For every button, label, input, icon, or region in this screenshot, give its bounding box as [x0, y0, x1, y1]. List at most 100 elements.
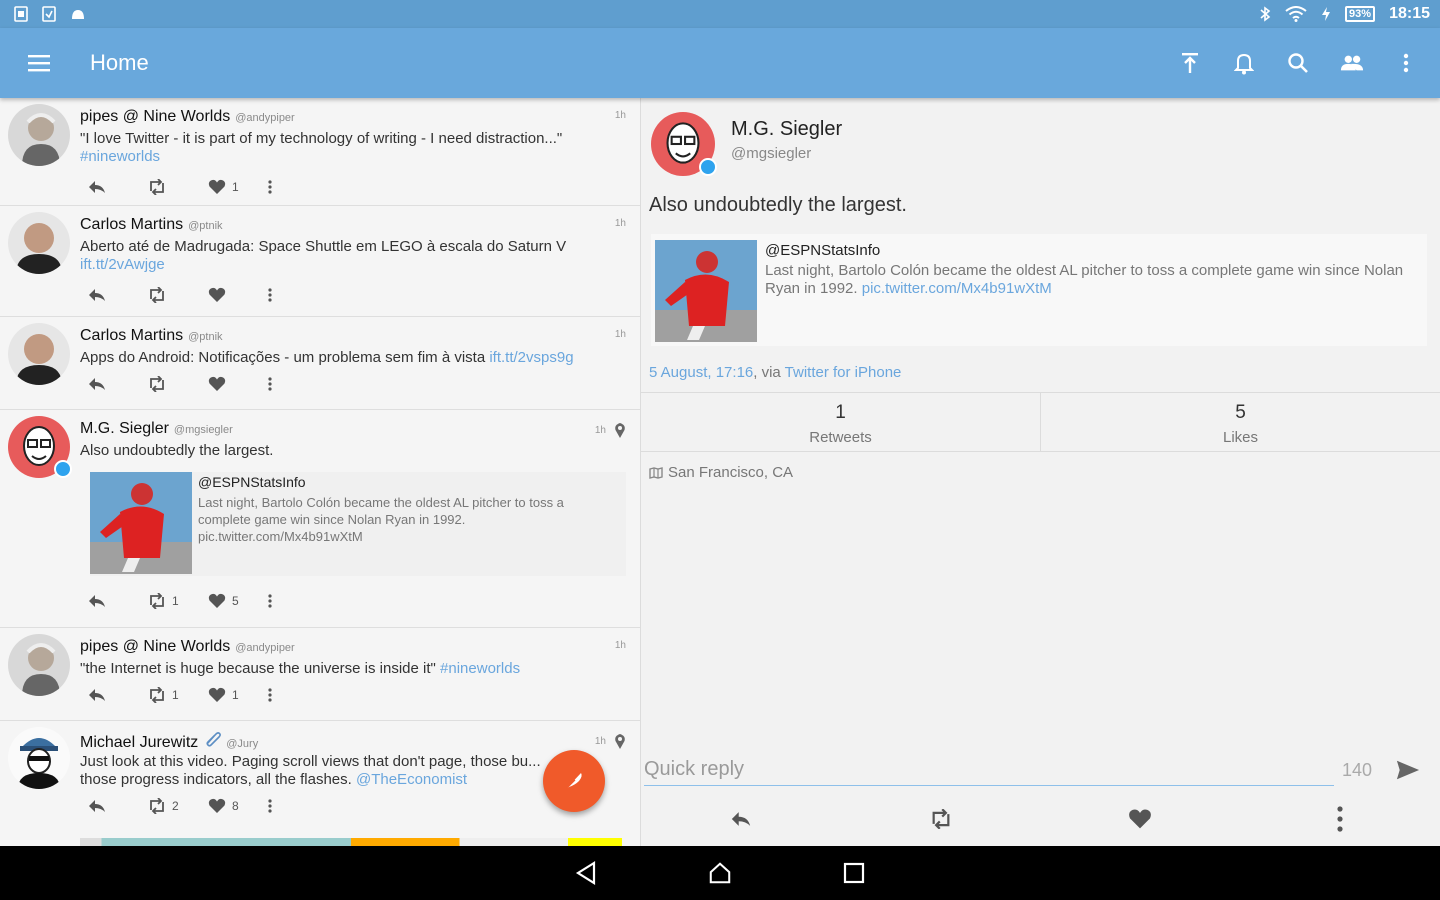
tweet-author: M.G. Siegler [80, 420, 169, 437]
tweet-time: 1h [595, 422, 626, 438]
like-button[interactable]: 1 [208, 687, 268, 703]
retweet-button[interactable] [148, 376, 208, 392]
quick-reply-input[interactable] [644, 754, 1334, 786]
map-icon [649, 466, 663, 479]
status-bar: 93% 18:15 [0, 0, 1440, 28]
like-button[interactable]: 1 [208, 179, 268, 195]
hashtag-link[interactable]: #nineworlds [440, 660, 520, 677]
detail-user[interactable]: M.G. Siegler @mgsiegler [651, 112, 842, 176]
tweet-link[interactable]: ift.tt/2vAwjge [80, 256, 165, 273]
client-link[interactable]: Twitter for iPhone [785, 364, 902, 381]
retweet-button[interactable] [929, 807, 953, 831]
retweet-button[interactable] [148, 179, 208, 195]
quoted-tweet-image[interactable] [90, 472, 192, 574]
tweet-item[interactable]: Carlos Martins @ptnik 1h Aberto até de Ma… [0, 206, 640, 317]
hashtag-link[interactable]: #nineworlds [80, 148, 160, 165]
tweet-actions: 1 1 [80, 684, 626, 706]
reply-button[interactable] [88, 377, 148, 391]
more-options-icon[interactable] [268, 594, 328, 608]
more-options-icon[interactable] [1328, 806, 1352, 832]
tweet-handle: @mgsiegler [173, 424, 233, 436]
tweet-handle: @andypiper [235, 112, 295, 124]
char-counter: 140 [1342, 759, 1373, 780]
tweet-text: Also undoubtedly the largest. [80, 442, 274, 459]
avatar[interactable] [8, 416, 72, 478]
recents-icon[interactable] [842, 861, 866, 885]
quoted-text: Last night, Bartolo Colón became the old… [765, 262, 1404, 297]
more-options-icon[interactable] [268, 377, 328, 391]
retweet-button[interactable]: 2 [148, 798, 208, 814]
overflow-menu-icon[interactable] [1394, 51, 1418, 75]
tweet-handle: @ptnik [188, 331, 223, 343]
reply-button[interactable] [88, 594, 148, 608]
notifications-icon[interactable] [1232, 51, 1256, 75]
tweet-date-link[interactable]: 5 August, 17:16 [649, 364, 753, 381]
avatar[interactable] [8, 634, 70, 696]
media-preview-strip[interactable] [80, 838, 622, 846]
menu-icon[interactable] [28, 51, 52, 75]
reply-button[interactable] [88, 688, 148, 702]
like-button[interactable]: 5 [208, 593, 268, 609]
detail-tweet-text: Also undoubtedly the largest. [649, 194, 907, 216]
tweet-link[interactable]: ift.tt/2vsps9g [489, 349, 573, 366]
tweet-author: Michael Jurewitz [80, 734, 199, 751]
like-button[interactable] [208, 287, 268, 303]
tweet-text: Apps do Android: Notificações - um probl… [80, 349, 574, 366]
more-options-icon[interactable] [268, 180, 328, 194]
more-options-icon[interactable] [268, 688, 328, 702]
location-pin-icon [615, 734, 625, 749]
retweet-button[interactable] [148, 287, 208, 303]
mention-link[interactable]: @TheEconomist [356, 771, 467, 788]
like-button[interactable] [1128, 807, 1152, 831]
avatar[interactable] [8, 212, 70, 274]
likes-stat[interactable]: 5 Likes [1040, 393, 1440, 451]
detail-quoted-tweet[interactable]: @ESPNStatsInfo Last night, Bartolo Colón… [651, 234, 1427, 346]
tweet-meta: 5 August, 17:16, via Twitter for iPhone [649, 364, 902, 381]
search-icon[interactable] [1286, 51, 1310, 75]
quoted-text: Last night, Bartolo Colón became the old… [198, 495, 564, 544]
tweet-item-selected[interactable]: M.G. Siegler @mgsiegler 1h Also undoubted… [0, 410, 640, 628]
tweet-item[interactable]: Carlos Martins @ptnik 1h Apps do Android:… [0, 317, 640, 410]
tweet-author: Carlos Martins [80, 327, 184, 344]
like-button[interactable] [208, 376, 268, 392]
tweet-detail-pane: M.G. Siegler @mgsiegler Also undoubtedly… [641, 98, 1440, 846]
retweets-stat[interactable]: 1 Retweets [641, 393, 1040, 451]
tweet-time: 1h [595, 733, 626, 749]
reply-button[interactable] [88, 799, 148, 813]
avatar[interactable] [8, 727, 70, 789]
avatar[interactable] [8, 104, 70, 166]
quoted-tweet[interactable]: @ESPNStatsInfo Last night, Bartolo Colón… [90, 472, 626, 576]
retweet-button[interactable]: 1 [148, 687, 208, 703]
back-icon[interactable] [574, 861, 598, 885]
detail-author-name: M.G. Siegler [731, 118, 843, 140]
tweet-author: pipes @ Nine Worlds [80, 638, 231, 655]
tweet-item[interactable]: pipes @ Nine Worlds @andypiper 1h "I love… [0, 98, 640, 206]
reply-button[interactable] [88, 180, 148, 194]
quoted-media-link[interactable]: pic.twitter.com/Mx4b91wXtM [862, 280, 1052, 297]
like-button[interactable]: 8 [208, 798, 268, 814]
detail-author-handle: @mgsiegler [731, 145, 812, 162]
verified-badge [54, 460, 72, 478]
verified-badge [699, 158, 717, 176]
scroll-top-icon[interactable] [1178, 51, 1202, 75]
retweet-button[interactable]: 1 [148, 593, 208, 609]
more-options-icon[interactable] [268, 288, 328, 302]
paperclip-icon [206, 732, 222, 747]
detail-avatar[interactable] [651, 112, 717, 176]
location-pin-icon [615, 423, 625, 438]
tweet-item[interactable]: pipes @ Nine Worlds @andypiper 1h "the In… [0, 628, 640, 721]
more-options-icon[interactable] [268, 799, 328, 813]
timeline[interactable]: pipes @ Nine Worlds @andypiper 1h "I love… [0, 98, 640, 846]
send-icon[interactable] [1396, 758, 1420, 782]
accounts-icon[interactable] [1340, 51, 1364, 75]
quoted-tweet-image[interactable] [655, 240, 757, 342]
avatar[interactable] [8, 323, 70, 385]
home-icon[interactable] [708, 861, 732, 885]
tweet-actions: 2 8 [80, 795, 626, 817]
tweet-time: 1h [614, 329, 626, 340]
reply-button[interactable] [88, 288, 148, 302]
android-icon [70, 7, 86, 21]
compose-button[interactable] [543, 750, 605, 812]
reply-button[interactable] [729, 807, 753, 831]
tweet-location[interactable]: San Francisco, CA [649, 464, 793, 481]
